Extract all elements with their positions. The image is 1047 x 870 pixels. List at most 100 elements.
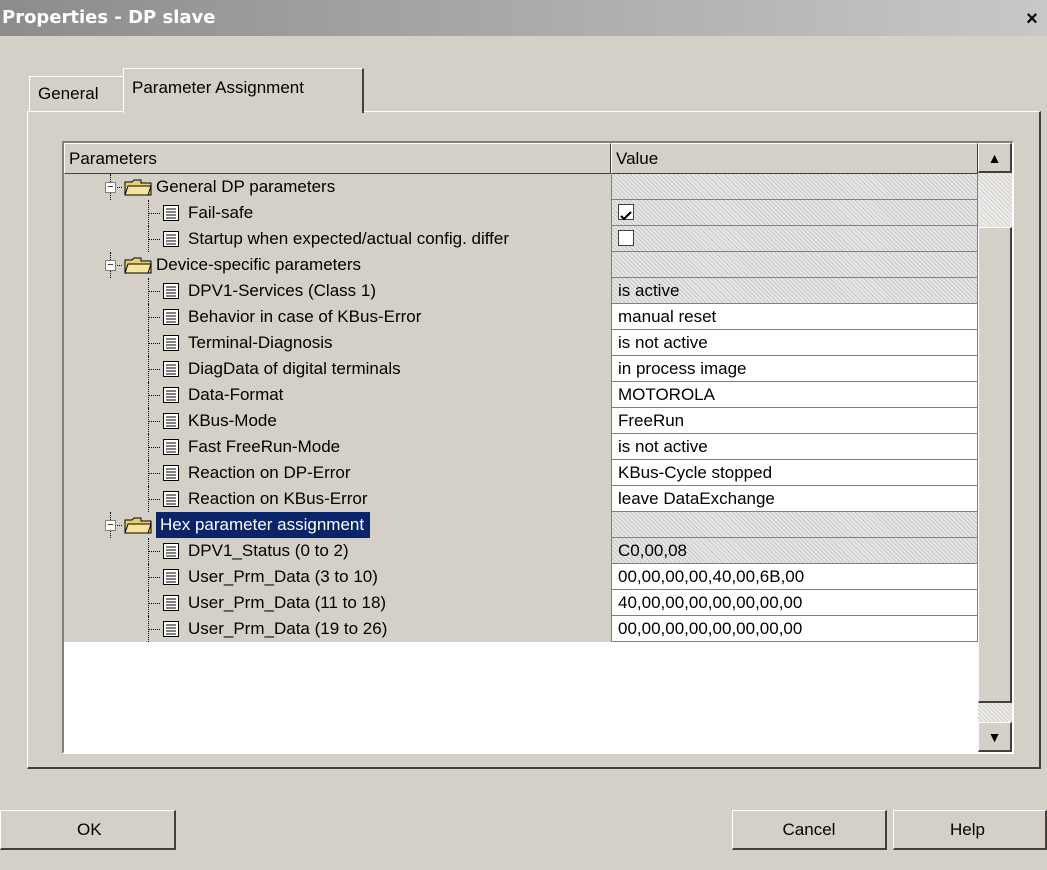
collapse-icon[interactable]: −: [105, 182, 116, 193]
parameter-label: Hex parameter assignment: [156, 512, 371, 538]
parameter-icon: [162, 204, 180, 222]
cancel-button[interactable]: Cancel: [732, 810, 887, 850]
tree-item-row[interactable]: Reaction on DP-Error KBus-Cycle stopped: [64, 460, 978, 486]
parameter-label: General DP parameters: [156, 177, 336, 196]
tab-general[interactable]: General: [29, 76, 131, 111]
collapse-icon[interactable]: −: [105, 520, 116, 531]
parameter-name-cell: Terminal-Diagnosis: [64, 330, 611, 356]
parameter-value-cell[interactable]: manual reset: [611, 304, 978, 330]
tab-parameter-assignment[interactable]: Parameter Assignment: [123, 68, 364, 113]
checked-checkbox[interactable]: [618, 204, 634, 221]
parameter-icon: [162, 308, 180, 326]
parameter-icon: [162, 594, 180, 612]
tree-connector-line: [148, 369, 160, 370]
parameter-icon: [162, 542, 180, 560]
scroll-down-icon[interactable]: ▼: [978, 722, 1012, 752]
parameter-value-cell[interactable]: [611, 226, 978, 252]
parameter-icon: [162, 334, 180, 352]
parameter-value-cell[interactable]: is active: [611, 278, 978, 304]
tree-item-row[interactable]: User_Prm_Data (3 to 10) 00,00,00,00,40,00…: [64, 564, 978, 590]
tree-connector-line: [148, 421, 160, 422]
tree-connector-line: [148, 473, 160, 474]
parameter-icon: [162, 464, 180, 482]
ok-button[interactable]: OK: [0, 810, 176, 850]
tree-item-row[interactable]: Startup when expected/actual config. dif…: [64, 226, 978, 252]
parameter-value-cell[interactable]: MOTOROLA: [611, 382, 978, 408]
parameter-value-cell[interactable]: 40,00,00,00,00,00,00,00: [611, 590, 978, 616]
parameter-name-cell: Fast FreeRun-Mode: [64, 434, 611, 460]
unchecked-checkbox[interactable]: [618, 230, 634, 246]
tree-item-row[interactable]: Fail-safe: [64, 200, 978, 226]
parameter-value-cell: [611, 512, 978, 538]
folder-icon: [124, 178, 152, 196]
parameter-name-cell: User_Prm_Data (11 to 18): [64, 590, 611, 616]
parameter-name-cell: DPV1-Services (Class 1): [64, 278, 611, 304]
parameter-name-cell: User_Prm_Data (19 to 26): [64, 616, 611, 642]
parameter-value-cell[interactable]: is not active: [611, 434, 978, 460]
parameter-value: 00,00,00,00,00,00,00,00: [618, 619, 803, 638]
parameter-name-cell: Reaction on KBus-Error: [64, 486, 611, 512]
parameter-value: is active: [618, 281, 680, 300]
help-button[interactable]: Help: [893, 810, 1047, 850]
column-header-value[interactable]: Value: [611, 143, 978, 174]
parameter-icon: [162, 282, 180, 300]
parameter-name-cell: Behavior in case of KBus-Error: [64, 304, 611, 330]
parameter-name-cell: Reaction on DP-Error: [64, 460, 611, 486]
column-header-parameters[interactable]: Parameters: [64, 143, 611, 174]
parameter-name-cell: DiagData of digital terminals: [64, 356, 611, 382]
tree-item-row[interactable]: DPV1-Services (Class 1) is active: [64, 278, 978, 304]
tree-folder-row[interactable]: − General DP parameters: [64, 174, 978, 200]
parameter-value-cell[interactable]: 00,00,00,00,40,00,6B,00: [611, 564, 978, 590]
parameter-value-cell[interactable]: is not active: [611, 330, 978, 356]
parameter-value-cell[interactable]: FreeRun: [611, 408, 978, 434]
tree-item-row[interactable]: DPV1_Status (0 to 2) C0,00,08: [64, 538, 978, 564]
parameter-value: KBus-Cycle stopped: [618, 463, 773, 482]
tree-item-row[interactable]: Terminal-Diagnosis is not active: [64, 330, 978, 356]
parameter-label: DPV1-Services (Class 1): [188, 281, 376, 300]
parameter-icon: [162, 620, 180, 638]
parameter-grid: Parameters Value − General DP parameters F…: [62, 141, 1014, 754]
collapse-icon[interactable]: −: [105, 260, 116, 271]
parameter-value-cell[interactable]: [611, 200, 978, 226]
parameter-value-cell[interactable]: 00,00,00,00,00,00,00,00: [611, 616, 978, 642]
parameter-label: Data-Format: [188, 385, 284, 404]
parameter-value: 00,00,00,00,40,00,6B,00: [618, 567, 805, 586]
parameter-label: Startup when expected/actual config. dif…: [188, 229, 509, 248]
close-icon[interactable]: ×: [1019, 9, 1045, 31]
tree-folder-row[interactable]: − Hex parameter assignment: [64, 512, 978, 538]
tree-item-row[interactable]: KBus-Mode FreeRun: [64, 408, 978, 434]
parameter-label: User_Prm_Data (3 to 10): [188, 567, 378, 586]
parameter-name-cell: − Device-specific parameters: [64, 252, 611, 278]
tree-connector-line: [148, 499, 160, 500]
parameter-value-cell: [611, 174, 978, 200]
vertical-scrollbar[interactable]: ▲ ▼: [978, 143, 1012, 752]
tree-item-row[interactable]: Behavior in case of KBus-Error manual res…: [64, 304, 978, 330]
tree-folder-row[interactable]: − Device-specific parameters: [64, 252, 978, 278]
parameter-value-cell[interactable]: leave DataExchange: [611, 486, 978, 512]
parameter-value-cell: [611, 252, 978, 278]
tree-item-row[interactable]: Fast FreeRun-Mode is not active: [64, 434, 978, 460]
parameter-label: Terminal-Diagnosis: [188, 333, 333, 352]
scroll-thumb[interactable]: [978, 227, 1012, 703]
title-bar: Properties - DP slave ×: [0, 0, 1047, 36]
parameter-value-cell[interactable]: C0,00,08: [611, 538, 978, 564]
parameter-value-cell[interactable]: in process image: [611, 356, 978, 382]
parameter-value: FreeRun: [618, 411, 685, 430]
parameter-icon: [162, 568, 180, 586]
parameter-icon: [162, 360, 180, 378]
parameter-name-cell: Startup when expected/actual config. dif…: [64, 226, 611, 252]
parameter-label: Fast FreeRun-Mode: [188, 437, 341, 456]
parameter-icon: [162, 386, 180, 404]
tree-item-row[interactable]: Reaction on KBus-Error leave DataExchange: [64, 486, 978, 512]
parameter-name-cell: User_Prm_Data (3 to 10): [64, 564, 611, 590]
tree-item-row[interactable]: User_Prm_Data (19 to 26) 00,00,00,00,00,0…: [64, 616, 978, 642]
tree-connector-line: [148, 395, 160, 396]
scroll-up-icon[interactable]: ▲: [978, 143, 1012, 173]
parameter-name-cell: DPV1_Status (0 to 2): [64, 538, 611, 564]
tree-item-row[interactable]: DiagData of digital terminals in process …: [64, 356, 978, 382]
tree-connector-line: [148, 213, 160, 214]
parameter-value: is not active: [618, 333, 708, 352]
parameter-value-cell[interactable]: KBus-Cycle stopped: [611, 460, 978, 486]
tree-item-row[interactable]: Data-Format MOTOROLA: [64, 382, 978, 408]
tree-item-row[interactable]: User_Prm_Data (11 to 18) 40,00,00,00,00,0…: [64, 590, 978, 616]
